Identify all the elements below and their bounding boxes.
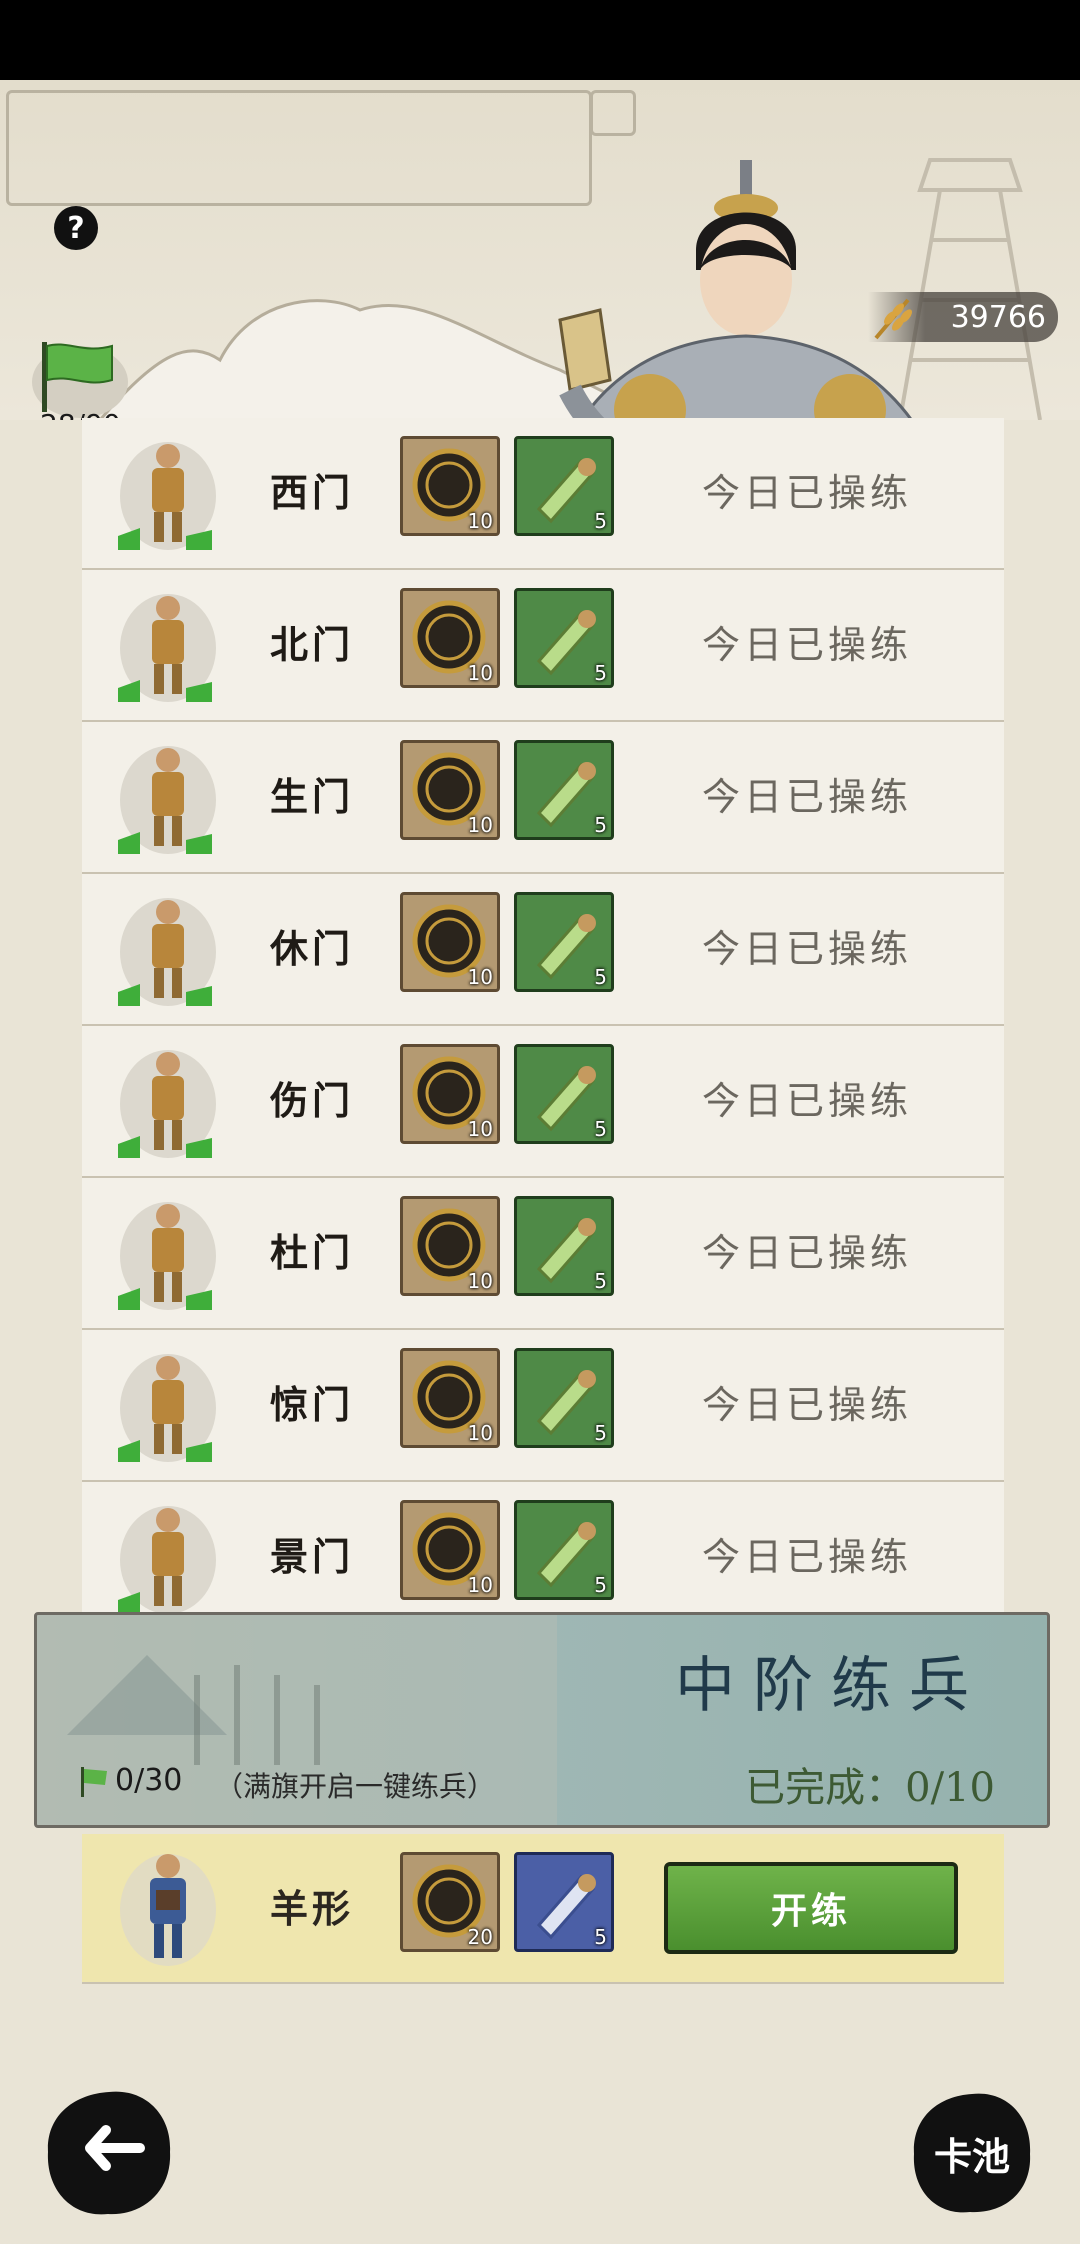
formation-name: 景门 bbox=[270, 1534, 355, 1579]
soldier-avatar bbox=[118, 746, 216, 854]
coin-qty: 20 bbox=[467, 1925, 493, 1949]
back-button[interactable] bbox=[42, 2086, 176, 2220]
mid-tier-banner: 中阶练兵 0/30 （满旗开启一键练兵） 已完成：0/10 bbox=[34, 1612, 1050, 1828]
soldier-avatar bbox=[118, 1354, 216, 1462]
scroll-qty: 5 bbox=[594, 1269, 607, 1293]
coin-cost: 10 bbox=[400, 1044, 500, 1144]
coin-cost: 10 bbox=[400, 892, 500, 992]
coin-cost: 10 bbox=[400, 740, 500, 840]
soldier-avatar bbox=[118, 1506, 216, 1614]
back-arrow-icon bbox=[47, 2091, 171, 2215]
formation-name: 西门 bbox=[270, 470, 355, 515]
ornament-corner bbox=[590, 90, 636, 136]
training-status: 今日已操练 bbox=[702, 1231, 913, 1275]
training-status: 今日已操练 bbox=[702, 623, 913, 667]
soldier-avatar bbox=[118, 442, 216, 550]
coin-cost: 10 bbox=[400, 1500, 500, 1600]
list-item: 西门 10 5 今日已操练 bbox=[82, 418, 1004, 570]
coin-qty: 10 bbox=[467, 965, 493, 989]
formation-name: 羊形 bbox=[270, 1886, 355, 1931]
formation-name: 杜门 bbox=[270, 1230, 355, 1275]
flag-progress: 0/30 bbox=[115, 1763, 183, 1798]
green-flag-icon bbox=[81, 1767, 107, 1797]
list-item: 羊形 20 5 开练 bbox=[82, 1834, 1004, 1984]
training-status: 今日已操练 bbox=[702, 775, 913, 819]
scroll-qty: 5 bbox=[594, 1925, 607, 1949]
scroll-reward: 5 bbox=[514, 1196, 614, 1296]
coin-qty: 10 bbox=[467, 1573, 493, 1597]
formation-name: 伤门 bbox=[270, 1078, 355, 1123]
coin-qty: 10 bbox=[467, 1117, 493, 1141]
scroll-qty: 5 bbox=[594, 1117, 607, 1141]
list-item: 休门 10 5 今日已操练 bbox=[82, 874, 1004, 1026]
coin-qty: 10 bbox=[467, 661, 493, 685]
scroll-reward: 5 bbox=[514, 1044, 614, 1144]
grain-resource: 39766 bbox=[868, 292, 1058, 342]
coin-cost: 10 bbox=[400, 588, 500, 688]
scroll-qty: 5 bbox=[594, 1573, 607, 1597]
training-status: 今日已操练 bbox=[702, 1383, 913, 1427]
coin-cost: 10 bbox=[400, 436, 500, 536]
coin-qty: 10 bbox=[467, 1269, 493, 1293]
help-button[interactable]: ? bbox=[54, 206, 98, 250]
card-pool-button[interactable]: 卡池 bbox=[908, 2086, 1036, 2220]
soldier-avatar bbox=[118, 594, 216, 702]
training-status: 今日已操练 bbox=[702, 1535, 913, 1579]
coin-qty: 10 bbox=[467, 813, 493, 837]
formation-name: 生门 bbox=[270, 774, 355, 819]
scroll-qty: 5 bbox=[594, 661, 607, 685]
card-pool-label: 卡池 bbox=[933, 2134, 1010, 2179]
formation-name: 休门 bbox=[270, 926, 355, 971]
scroll-qty: 5 bbox=[594, 813, 607, 837]
formation-name: 惊门 bbox=[270, 1382, 355, 1427]
soldier-avatar bbox=[120, 1854, 216, 1966]
auto-train-hint: （满旗开启一键练兵） bbox=[215, 1770, 496, 1803]
training-status: 今日已操练 bbox=[702, 1079, 913, 1123]
coin-cost: 10 bbox=[400, 1348, 500, 1448]
list-item: 伤门 10 5 今日已操练 bbox=[82, 1026, 1004, 1178]
green-flag-icon bbox=[32, 342, 128, 418]
training-status: 今日已操练 bbox=[702, 927, 913, 971]
scroll-qty: 5 bbox=[594, 509, 607, 533]
start-training-button[interactable]: 开练 bbox=[664, 1862, 958, 1954]
list-item: 惊门 10 5 今日已操练 bbox=[82, 1330, 1004, 1482]
header-area: ? 28/90 39766 bbox=[0, 80, 1080, 420]
flag-counter: 28/90 bbox=[28, 338, 138, 420]
list-item: 北门 10 5 今日已操练 bbox=[82, 570, 1004, 722]
grain-amount: 39766 bbox=[950, 300, 1046, 335]
coin-qty: 10 bbox=[467, 509, 493, 533]
soldier-avatar bbox=[118, 1050, 216, 1158]
soldier-avatar bbox=[118, 1202, 216, 1310]
coin-cost: 10 bbox=[400, 1196, 500, 1296]
training-status: 今日已操练 bbox=[702, 471, 913, 515]
scroll-reward: 5 bbox=[514, 892, 614, 992]
completed-count: 已完成：0/10 bbox=[745, 1765, 995, 1811]
coin-cost: 20 bbox=[400, 1852, 500, 1952]
list-item: 生门 10 5 今日已操练 bbox=[82, 722, 1004, 874]
formation-name: 北门 bbox=[270, 622, 355, 667]
scroll-reward: 5 bbox=[514, 436, 614, 536]
training-list: 西门 10 5 今日已操练 北门 10 5 今日已操练 生门 10 5 今日已操… bbox=[82, 418, 1004, 1634]
list-item: 杜门 10 5 今日已操练 bbox=[82, 1178, 1004, 1330]
scroll-reward: 5 bbox=[514, 1852, 614, 1952]
soldier-avatar bbox=[118, 898, 216, 1006]
scroll-qty: 5 bbox=[594, 965, 607, 989]
status-bar bbox=[0, 0, 1080, 80]
scroll-qty: 5 bbox=[594, 1421, 607, 1445]
wheat-icon bbox=[874, 298, 912, 340]
scroll-reward: 5 bbox=[514, 588, 614, 688]
scroll-reward: 5 bbox=[514, 740, 614, 840]
scroll-reward: 5 bbox=[514, 1348, 614, 1448]
scroll-reward: 5 bbox=[514, 1500, 614, 1600]
coin-qty: 10 bbox=[467, 1421, 493, 1445]
mid-tier-title: 中阶练兵 bbox=[675, 1651, 987, 1721]
